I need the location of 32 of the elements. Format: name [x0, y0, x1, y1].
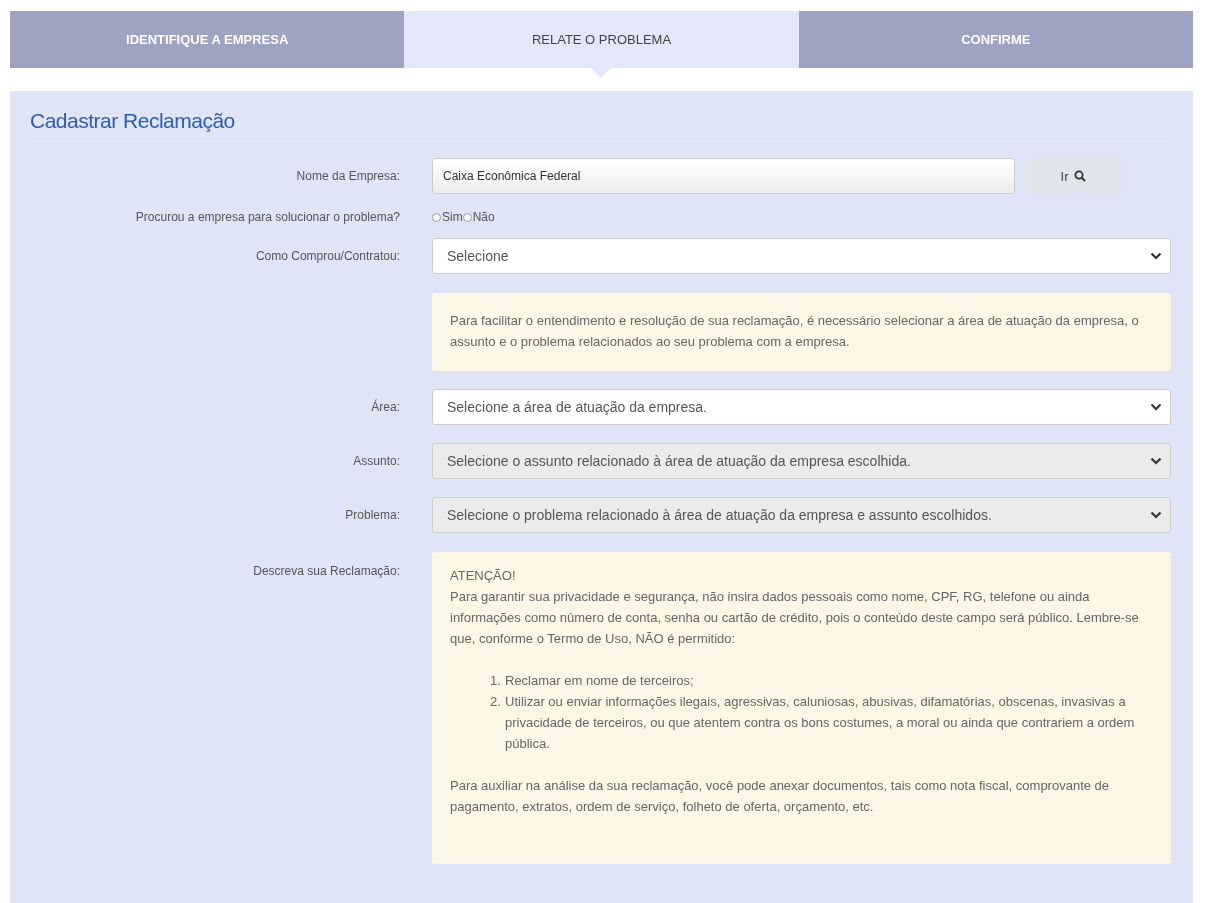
chevron-down-icon	[1150, 403, 1162, 411]
step-tab[interactable]: RELATE O PROBLEMA	[404, 11, 799, 68]
radio-label: Não	[472, 210, 495, 224]
search-icon	[1074, 170, 1087, 182]
warning-heading: ATENÇÃO!	[450, 567, 517, 585]
field-label: Procurou a empresa para solucionar o problema?	[135, 210, 400, 224]
description-field[interactable]	[432, 552, 1171, 864]
field-label: Área:	[371, 400, 400, 414]
radio-label: Sim	[442, 210, 463, 224]
chevron-down-icon	[1150, 457, 1162, 465]
radio-button[interactable]	[462, 212, 472, 222]
attachment-hint: Para auxiliar na análise da sua reclamação, você pode anexar documentos, tais como nota fiscal, comprovante de pagamento, extratos, ordem de serviço, folheto de oferta, orçamento, etc.	[450, 777, 1111, 816]
chevron-down-icon	[1150, 511, 1162, 519]
rule-text: Reclamar em nome de terceiros;	[505, 672, 694, 690]
field-label: Descreva sua Reclamação:	[253, 563, 400, 578]
info-note: Para facilitar o entendimento e resolução de sua reclamação, é necessário selecionar a área de atuação da empresa, o assunto e o problema relacionados ao seu problema com a empresa.	[432, 293, 1171, 371]
list-number: 2.	[490, 693, 501, 711]
form-title: Cadastrar Reclamação	[30, 109, 1171, 142]
step-pointer	[591, 68, 612, 78]
field-label: Problema:	[345, 508, 400, 522]
field-label: Nome da Empresa:	[296, 169, 400, 183]
list-number: 1.	[490, 672, 501, 690]
rule-text: Utilizar ou enviar informações ilegais, agressivas, caluniosas, abusivas, difamatórias, obscenas, invasivas a privacidade de terceiros, ou que atentem contra os bons costumes, a moral ou ainda que contrariem a ordem pública.	[505, 693, 1136, 753]
company-field[interactable]: Caixa Econômica Federal	[432, 158, 1015, 194]
go-button[interactable]: Ir	[1025, 158, 1122, 194]
dropdown[interactable]: Selecione a área de atuação da empresa.	[432, 389, 1171, 425]
warning-text: Para garantir sua privacidade e segurança, não insira dados pessoais como nome, CPF, RG, telefone ou ainda informações como número de conta, senha ou cartão de crédito, pois o conteúdo deste campo será público. Lembre-se que, conforme o Termo de Uso, NÃO é permitido:	[450, 588, 1140, 648]
radio-button[interactable]	[432, 212, 441, 222]
dropdown[interactable]: Selecione	[432, 238, 1171, 274]
field-label: Como Comprou/Contratou:	[255, 249, 400, 263]
chevron-down-icon	[1150, 252, 1162, 260]
field-label: Assunto:	[353, 454, 400, 468]
